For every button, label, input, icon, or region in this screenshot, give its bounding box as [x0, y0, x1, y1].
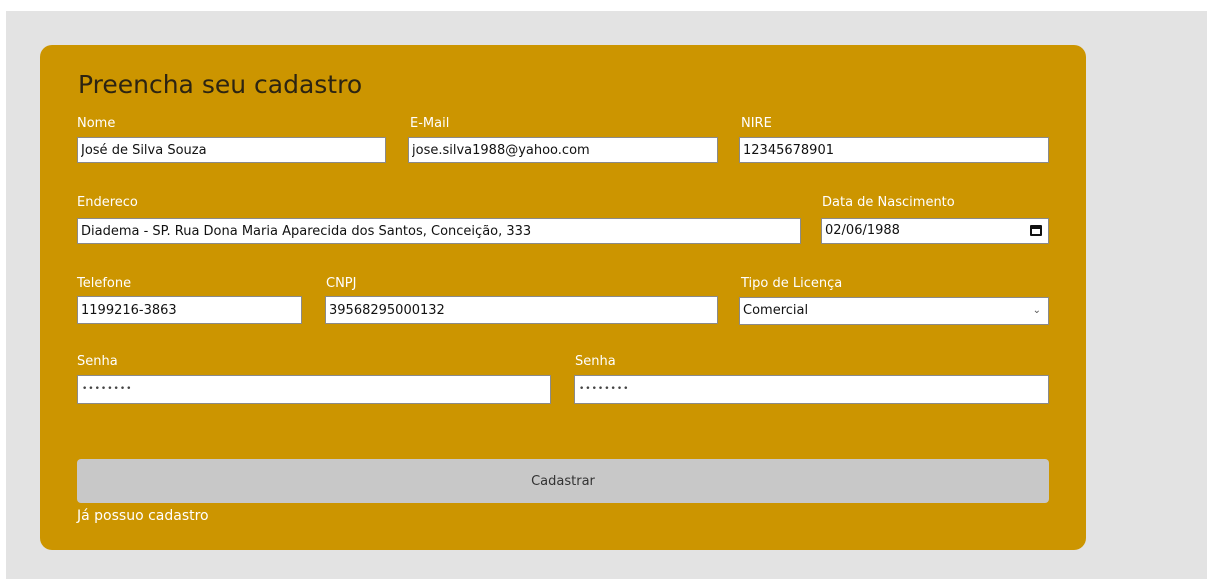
nascimento-date-input[interactable]: 02/06/1988 [821, 218, 1049, 244]
login-link[interactable]: Já possuo cadastro [77, 508, 209, 524]
senha-confirm-input[interactable]: •••••••• [574, 375, 1049, 404]
endereco-label: Endereco [77, 195, 138, 210]
telefone-input[interactable] [77, 296, 302, 324]
email-label: E-Mail [410, 116, 450, 131]
senha-label: Senha [77, 354, 118, 369]
chevron-down-icon: ⌄ [1032, 305, 1041, 316]
nome-input[interactable] [77, 137, 386, 163]
licenca-label: Tipo de Licença [741, 276, 843, 291]
nascimento-label: Data de Nascimento [822, 195, 955, 210]
calendar-icon[interactable] [1030, 225, 1042, 236]
cadastrar-button[interactable]: Cadastrar [77, 459, 1049, 503]
endereco-input[interactable] [77, 218, 801, 244]
cnpj-label: CNPJ [326, 276, 357, 291]
email-input[interactable] [408, 137, 718, 163]
nire-label: NIRE [741, 116, 772, 131]
form-title: Preencha seu cadastro [78, 70, 363, 99]
licenca-select[interactable]: Comercial ⌄ [739, 297, 1049, 325]
nascimento-value: 02/06/1988 [825, 223, 900, 238]
senha-confirm-label: Senha [575, 354, 616, 369]
cnpj-input[interactable] [325, 296, 718, 324]
nire-input[interactable] [739, 137, 1049, 163]
senha-input[interactable]: •••••••• [77, 375, 551, 404]
licenca-selected-value: Comercial [743, 303, 809, 318]
nome-label: Nome [77, 116, 116, 131]
telefone-label: Telefone [77, 276, 132, 291]
